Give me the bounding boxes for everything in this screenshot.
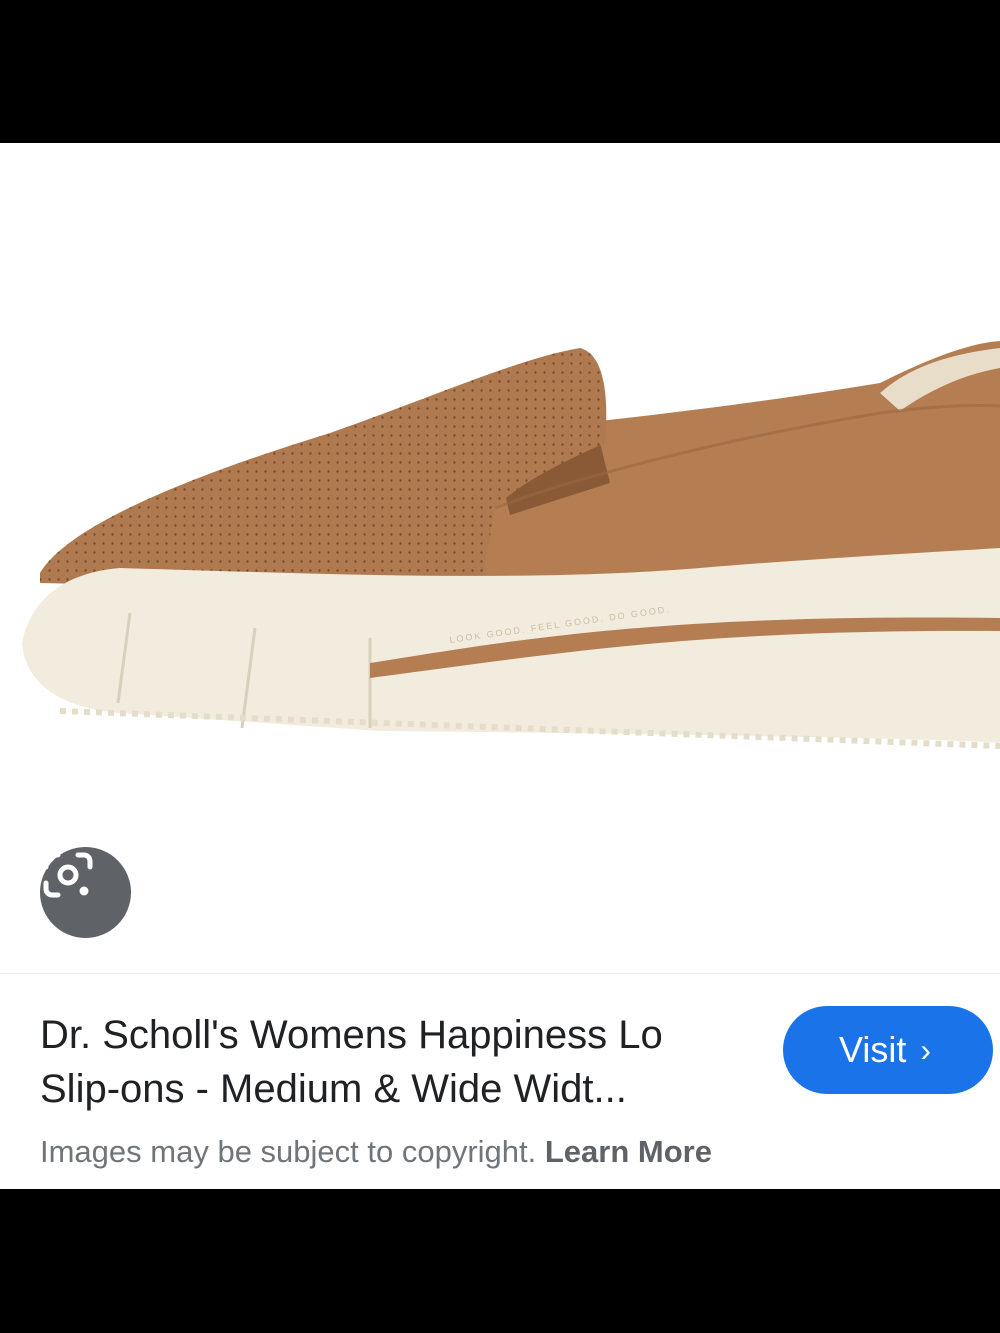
chevron-right-icon: › (920, 1031, 931, 1068)
visit-label: Visit (838, 1029, 907, 1070)
google-lens-icon (43, 852, 93, 898)
result-title-line2: Slip-ons - Medium & Wide Widt... (40, 1067, 627, 1111)
product-image[interactable]: LOOK GOOD. FEEL GOOD. DO GOOD. (0, 143, 1000, 973)
shoe-illustration: LOOK GOOD. FEEL GOOD. DO GOOD. (22, 341, 1000, 749)
result-title-line1: Dr. Scholl's Womens Happiness Lo (40, 1013, 663, 1057)
top-black-bar (0, 0, 1000, 143)
bottom-black-bar (0, 1189, 1000, 1333)
copyright-text: Images may be subject to copyright. (40, 1134, 537, 1169)
result-title-link[interactable]: Dr. Scholl's Womens Happiness Lo Slip-on… (40, 1008, 760, 1116)
learn-more-link[interactable]: Learn More (545, 1134, 712, 1169)
visit-button[interactable]: Visit › (783, 1006, 993, 1094)
result-info-panel: Dr. Scholl's Womens Happiness Lo Slip-on… (0, 974, 1000, 1189)
copyright-notice: Images may be subject to copyright. Lear… (40, 1134, 712, 1170)
google-lens-button[interactable] (40, 847, 131, 938)
